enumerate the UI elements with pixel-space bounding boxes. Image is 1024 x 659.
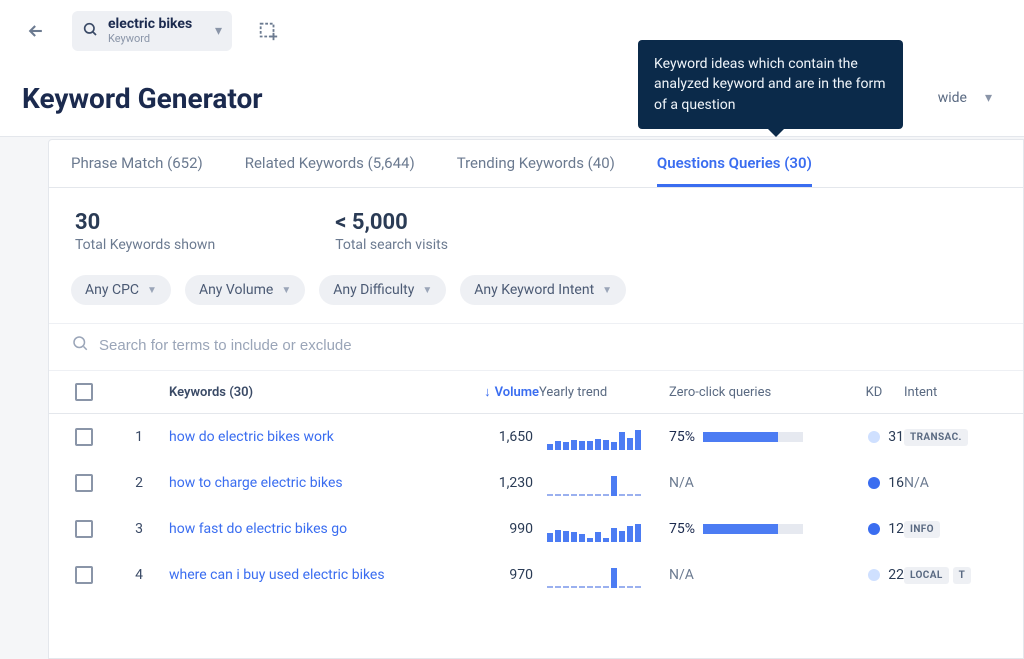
kd-cell: 22 [844, 567, 904, 583]
stat-total-label: Total Keywords shown [75, 237, 215, 253]
tab[interactable]: Phrase Match (652) [71, 154, 203, 187]
filter-pill[interactable]: Any Difficulty▼ [319, 275, 446, 305]
kd-cell: 12 [844, 521, 904, 537]
intent-cell: TRANSAC. [904, 429, 1004, 446]
stat-visits-label: Total search visits [335, 237, 448, 253]
volume-value: 1,230 [439, 475, 539, 491]
volume-value: 990 [439, 521, 539, 537]
row-index: 2 [109, 475, 169, 491]
intent-cell: INFO [904, 521, 1004, 538]
zero-click-cell: 75% [669, 521, 844, 537]
col-intent[interactable]: Intent [904, 385, 1004, 400]
table-row: 4where can i buy used electric bikes970 N… [49, 552, 1023, 598]
table-row: 1how do electric bikes work1,650 75%31TRA… [49, 414, 1023, 460]
keyword-link[interactable]: how to charge electric bikes [169, 475, 439, 491]
chevron-down-icon: ▼ [147, 285, 157, 296]
intent-cell: LOCALT [904, 567, 1004, 584]
add-keyword-button[interactable] [252, 15, 284, 47]
filter-pill[interactable]: Any Keyword Intent▼ [460, 275, 626, 305]
tab[interactable]: Questions Queries (30) [657, 154, 812, 187]
col-kd[interactable]: KD [844, 385, 904, 400]
keyword-chip-sublabel: Keyword [108, 33, 192, 45]
row-checkbox[interactable] [75, 428, 93, 446]
tab[interactable]: Related Keywords (5,644) [245, 154, 415, 187]
keyword-link[interactable]: how fast do electric bikes go [169, 521, 439, 537]
col-volume[interactable]: ↓ Volume [439, 384, 539, 400]
row-checkbox[interactable] [75, 520, 93, 538]
select-all-checkbox[interactable] [75, 383, 93, 401]
tab[interactable]: Trending Keywords (40) [457, 154, 615, 187]
keyword-link[interactable]: how do electric bikes work [169, 429, 439, 445]
chevron-down-icon: ▼ [281, 285, 291, 296]
keyword-link[interactable]: where can i buy used electric bikes [169, 567, 439, 583]
trend-sparkline [539, 516, 669, 542]
stat-total-value: 30 [75, 210, 215, 235]
search-icon [82, 21, 98, 41]
volume-value: 1,650 [439, 429, 539, 445]
search-icon [71, 334, 89, 356]
row-checkbox[interactable] [75, 474, 93, 492]
table-row: 2how to charge electric bikes1,230 N/A16N… [49, 460, 1023, 506]
keyword-chip[interactable]: electric bikes Keyword ▾ [72, 11, 232, 50]
col-trend[interactable]: Yearly trend [539, 385, 669, 400]
chevron-down-icon: ▼ [602, 285, 612, 296]
chevron-down-icon: ▾ [985, 90, 992, 106]
chevron-down-icon: ▼ [422, 285, 432, 296]
trend-sparkline [539, 470, 669, 496]
zero-click-cell: 75% [669, 429, 844, 445]
stat-visits-value: < 5,000 [335, 210, 448, 235]
table-row: 3how fast do electric bikes go990 75%12IN… [49, 506, 1023, 552]
page-title: Keyword Generator [22, 82, 263, 115]
trend-sparkline [539, 424, 669, 450]
back-button[interactable] [20, 15, 52, 47]
filter-pill[interactable]: Any CPC▼ [71, 275, 171, 305]
row-index: 3 [109, 521, 169, 537]
tooltip-questions-queries: Keyword ideas which contain the analyzed… [638, 40, 903, 129]
sort-arrow-down-icon: ↓ [484, 384, 491, 400]
row-index: 1 [109, 429, 169, 445]
kd-cell: 31 [844, 429, 904, 445]
col-keywords[interactable]: Keywords (30) [169, 385, 439, 400]
include-exclude-input[interactable] [99, 337, 1001, 354]
row-checkbox[interactable] [75, 566, 93, 584]
keyword-chip-value: electric bikes [108, 17, 192, 32]
chevron-down-icon: ▾ [215, 23, 222, 39]
row-index: 4 [109, 567, 169, 583]
col-zero[interactable]: Zero-click queries [669, 385, 844, 400]
region-label-suffix: wide [938, 90, 967, 106]
trend-sparkline [539, 562, 669, 588]
kd-cell: 16 [844, 475, 904, 491]
volume-value: 970 [439, 567, 539, 583]
filter-pill[interactable]: Any Volume▼ [185, 275, 305, 305]
zero-click-cell: N/A [669, 567, 844, 583]
intent-cell: N/A [904, 475, 1004, 491]
zero-click-cell: N/A [669, 475, 844, 491]
